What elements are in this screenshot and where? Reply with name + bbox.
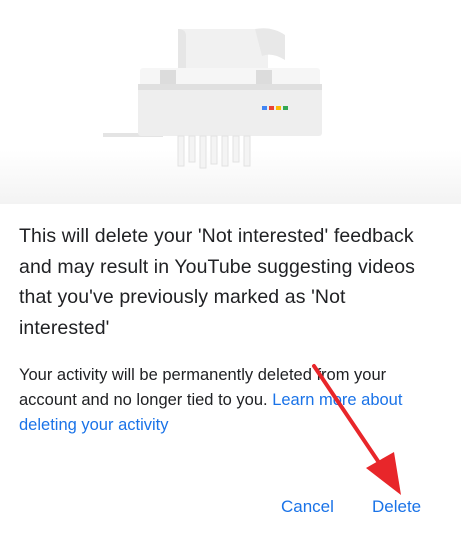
cancel-button[interactable]: Cancel (281, 491, 334, 523)
red-dot (269, 106, 274, 110)
shredder-illustration (0, 0, 461, 204)
dialog-body: Your activity will be permanently delete… (19, 363, 439, 438)
blue-dot (262, 106, 267, 110)
delete-feedback-dialog: This will delete your 'Not interested' f… (0, 0, 461, 545)
shredder-icon (103, 28, 322, 169)
green-dot (283, 106, 288, 110)
delete-button[interactable]: Delete (372, 491, 421, 523)
yellow-dot (276, 106, 281, 110)
dialog-title: This will delete your 'Not interested' f… (19, 225, 416, 339)
